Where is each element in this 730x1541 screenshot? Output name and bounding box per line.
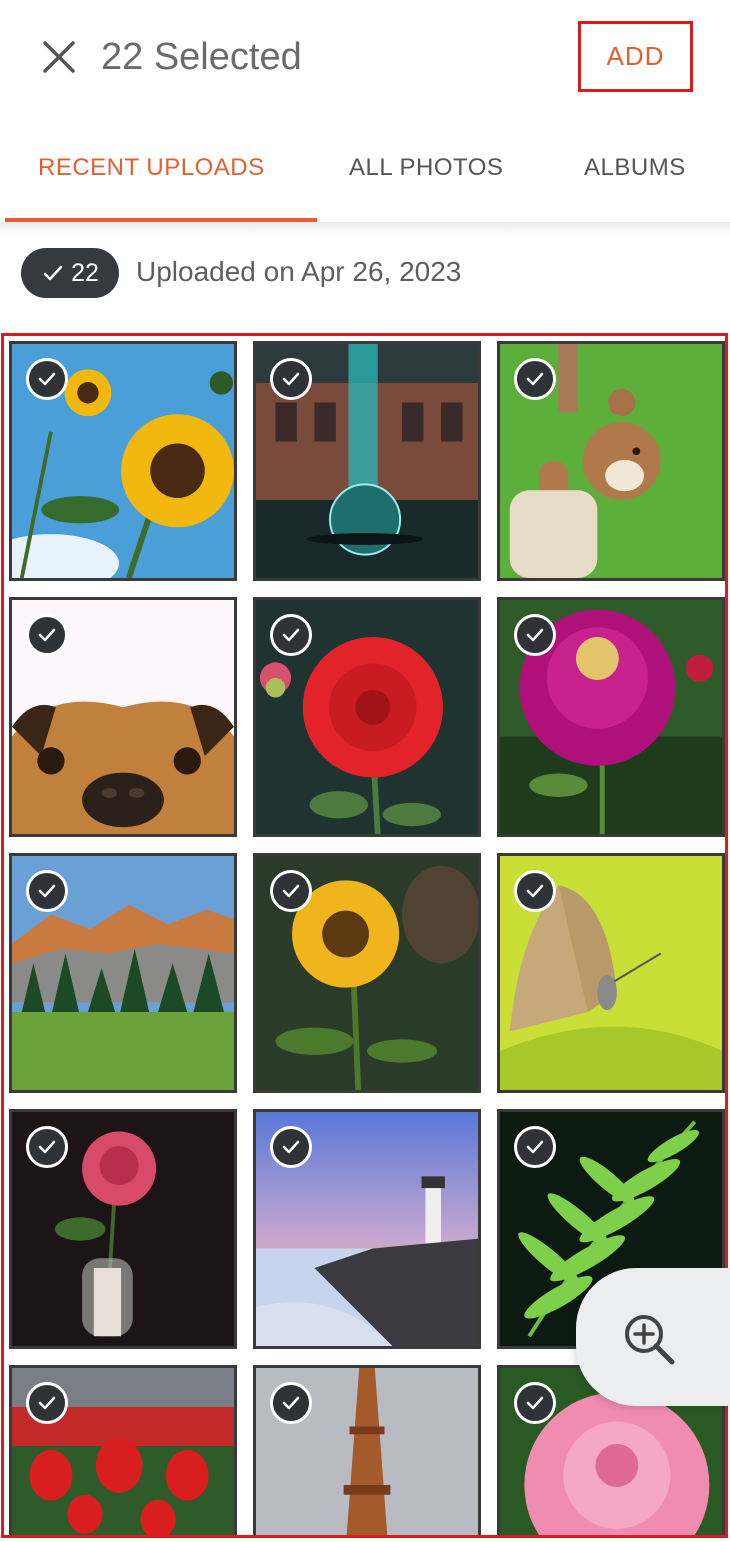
checkmark-icon	[282, 884, 300, 898]
selection-count-title: 22 Selected	[101, 36, 302, 78]
selected-check[interactable]	[26, 1126, 68, 1168]
group-select-toggle[interactable]: 22	[21, 248, 119, 298]
add-button[interactable]: ADD	[581, 24, 690, 89]
selected-check[interactable]	[26, 1382, 68, 1424]
zoom-button[interactable]	[576, 1268, 730, 1406]
checkmark-icon	[282, 1140, 300, 1154]
photo-tile-teddy-bear[interactable]	[497, 341, 725, 581]
photo-tile-purple-dahlia[interactable]	[497, 597, 725, 837]
checkmark-icon	[38, 372, 56, 386]
selected-check[interactable]	[514, 358, 556, 400]
checkmark-icon	[526, 1140, 544, 1154]
close-button[interactable]	[36, 34, 82, 80]
photo-tile-sunflower-garden[interactable]	[253, 853, 481, 1093]
checkmark-icon	[38, 1140, 56, 1154]
photo-tile-red-tulips[interactable]	[9, 1365, 237, 1535]
checkmark-icon	[526, 884, 544, 898]
photo-tile-eiffel-tower[interactable]	[253, 1365, 481, 1535]
selected-check[interactable]	[514, 1126, 556, 1168]
checkmark-icon	[526, 1396, 544, 1410]
close-icon	[43, 41, 75, 73]
photo-tile-rose-vase[interactable]	[9, 1109, 237, 1349]
checkmark-icon	[526, 628, 544, 642]
checkmark-icon	[526, 372, 544, 386]
checkmark-icon	[282, 628, 300, 642]
tab-bar: RECENT UPLOADS ALL PHOTOS ALBUMS	[0, 140, 730, 222]
tab-albums[interactable]: ALBUMS	[584, 154, 686, 182]
checkmark-icon	[282, 1396, 300, 1410]
photo-tile-lighthouse[interactable]	[253, 1109, 481, 1349]
checkmark-icon	[38, 884, 56, 898]
selected-check[interactable]	[270, 1126, 312, 1168]
selected-check[interactable]	[514, 614, 556, 656]
checkmark-icon	[38, 628, 56, 642]
tab-bar-shadow	[0, 222, 730, 234]
selected-check[interactable]	[26, 358, 68, 400]
zoom-in-icon	[625, 1315, 675, 1365]
top-bar: 22 Selected ADD RECENT UPLOADS ALL PHOTO…	[0, 0, 730, 222]
selected-check[interactable]	[270, 614, 312, 656]
add-button-highlight: ADD	[578, 21, 693, 92]
tab-recent-uploads[interactable]: RECENT UPLOADS	[38, 154, 265, 182]
tab-all-photos[interactable]: ALL PHOTOS	[349, 154, 503, 182]
checkmark-icon	[38, 1396, 56, 1410]
photo-tile-mountain-forest[interactable]	[9, 853, 237, 1093]
checkmark-icon	[43, 265, 63, 281]
selected-check[interactable]	[26, 870, 68, 912]
photo-tile-dog-peeking[interactable]	[9, 597, 237, 837]
selected-check[interactable]	[514, 1382, 556, 1424]
upload-group-header: 22 Uploaded on Apr 26, 2023	[0, 234, 730, 332]
upload-date-label: Uploaded on Apr 26, 2023	[136, 256, 462, 287]
selected-check[interactable]	[270, 358, 312, 400]
checkmark-icon	[282, 372, 300, 386]
selected-check[interactable]	[26, 614, 68, 656]
photo-tile-sunflower-sky[interactable]	[9, 341, 237, 581]
selected-check[interactable]	[270, 870, 312, 912]
selected-check[interactable]	[514, 870, 556, 912]
selected-check[interactable]	[270, 1382, 312, 1424]
group-selected-count: 22	[71, 258, 99, 287]
photo-tile-red-dahlia[interactable]	[253, 597, 481, 837]
photo-tile-crystal-ball[interactable]	[253, 341, 481, 581]
photo-tile-butterfly[interactable]	[497, 853, 725, 1093]
